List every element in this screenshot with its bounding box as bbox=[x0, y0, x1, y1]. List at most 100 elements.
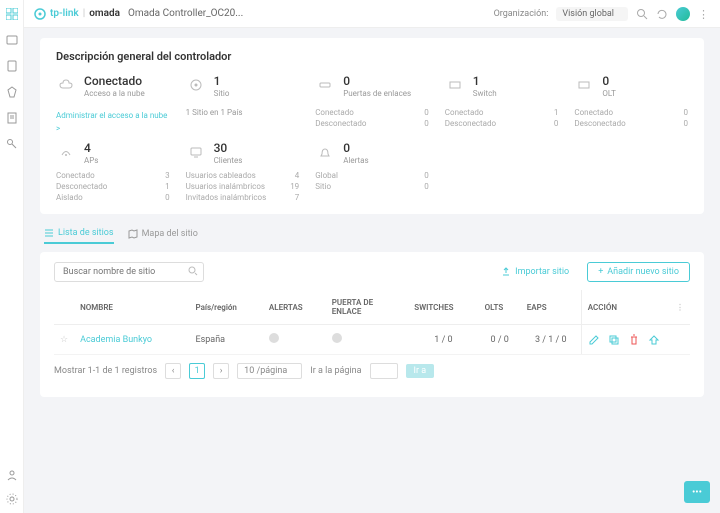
overview-card: Descripción general del controlador Cone… bbox=[40, 38, 704, 214]
sites-value: 1 bbox=[214, 75, 230, 87]
logs-icon[interactable] bbox=[6, 112, 18, 124]
goto-label: Ir a la página bbox=[310, 366, 361, 376]
upload-icon bbox=[501, 267, 511, 277]
user-icon[interactable] bbox=[6, 469, 18, 481]
ap-icon bbox=[56, 142, 76, 162]
col-name[interactable]: NOMBRE bbox=[74, 290, 189, 325]
pager-page-1[interactable]: 1 bbox=[189, 363, 205, 379]
clients-icon[interactable] bbox=[6, 86, 18, 98]
connection-status: Conectado bbox=[84, 75, 145, 87]
switch-icon bbox=[445, 75, 465, 95]
col-switches[interactable]: SWITCHES bbox=[408, 290, 478, 325]
goto-button[interactable]: Ir a bbox=[406, 364, 435, 378]
delete-icon[interactable] bbox=[628, 334, 640, 346]
avatar[interactable] bbox=[676, 7, 690, 21]
chat-button[interactable]: ••• bbox=[684, 481, 710, 503]
pager-info: Mostrar 1-1 de 1 registros bbox=[54, 366, 157, 376]
stat-clients: 30 Clientes bbox=[186, 142, 300, 165]
brand-logo: tp-link | omada bbox=[34, 8, 120, 20]
dashboard-icon[interactable] bbox=[6, 8, 18, 20]
olts-label: OLT bbox=[602, 89, 616, 98]
pager-next[interactable]: › bbox=[213, 363, 229, 379]
clients-label: Clientes bbox=[214, 156, 243, 165]
plus-icon: + bbox=[598, 267, 603, 277]
tabs: Lista de sitios Mapa del sitio bbox=[40, 224, 704, 244]
gateway-dot-icon bbox=[332, 333, 342, 343]
launch-icon[interactable] bbox=[648, 334, 660, 346]
import-site-button[interactable]: Importar sitio bbox=[491, 263, 579, 281]
tab-site-map[interactable]: Mapa del sitio bbox=[128, 224, 198, 244]
col-gateway[interactable]: PUERTA DE ENLACE bbox=[326, 290, 408, 325]
pagination: Mostrar 1-1 de 1 registros ‹ 1 › 10 /pág… bbox=[54, 355, 690, 387]
refresh-icon[interactable] bbox=[656, 8, 668, 20]
search-input[interactable] bbox=[54, 262, 204, 282]
edit-icon[interactable] bbox=[588, 334, 600, 346]
map-icon bbox=[128, 229, 138, 239]
org-selector[interactable]: Visión global bbox=[556, 7, 628, 21]
stat-sites: 1 Sitio bbox=[186, 75, 300, 98]
table-row: ☆ Academia Bunkyo España 1 / 0 0 / 0 3 /… bbox=[54, 325, 690, 355]
stat-olts: 0 OLT bbox=[574, 75, 688, 98]
col-alerts[interactable]: ALERTAS bbox=[263, 290, 326, 325]
cloud-access-link[interactable]: Administrar el acceso a la nube > bbox=[56, 111, 167, 133]
olts-value: 0 bbox=[602, 75, 616, 87]
more-icon[interactable]: ⋮ bbox=[698, 8, 710, 20]
pager-prev[interactable]: ‹ bbox=[165, 363, 181, 379]
breadcrumb: Omada Controller_OC20... bbox=[128, 8, 243, 19]
sites-note: 1 Sitio en 1 País bbox=[186, 108, 300, 117]
row-country: España bbox=[189, 325, 262, 355]
topbar: tp-link | omada Omada Controller_OC20...… bbox=[24, 0, 720, 28]
sites-icon[interactable] bbox=[6, 34, 18, 46]
switches-value: 1 bbox=[473, 75, 497, 87]
chat-icon: ••• bbox=[692, 487, 702, 498]
devices-icon[interactable] bbox=[6, 60, 18, 72]
aps-value: 4 bbox=[84, 142, 98, 154]
stat-alerts: 0 Alertas bbox=[315, 142, 429, 165]
goto-input[interactable] bbox=[370, 363, 398, 379]
alerts-label: Alertas bbox=[343, 156, 368, 165]
row-switches: 1 / 0 bbox=[408, 325, 478, 355]
settings-icon[interactable] bbox=[6, 493, 18, 505]
row-olts: 0 / 0 bbox=[479, 325, 521, 355]
sites-table: NOMBRE País/región ALERTAS PUERTA DE ENL… bbox=[54, 290, 690, 355]
col-action: ACCIÓN bbox=[581, 290, 670, 325]
olt-icon bbox=[574, 75, 594, 95]
copy-icon[interactable] bbox=[608, 334, 620, 346]
col-eaps[interactable]: EAPS bbox=[521, 290, 582, 325]
tab-site-list[interactable]: Lista de sitios bbox=[44, 224, 114, 244]
search-input-wrap bbox=[54, 262, 204, 282]
brand-tp: tp-link bbox=[50, 8, 79, 19]
key-icon[interactable] bbox=[6, 138, 18, 150]
card-title: Descripción general del controlador bbox=[56, 50, 688, 63]
gateways-value: 0 bbox=[343, 75, 411, 87]
connection-label: Acceso a la nube bbox=[84, 89, 145, 98]
col-olts[interactable]: OLTS bbox=[479, 290, 521, 325]
tplink-logo-icon bbox=[34, 8, 46, 20]
alert-dot-icon bbox=[269, 333, 279, 343]
search-input-icon[interactable] bbox=[188, 266, 198, 279]
more-columns-icon[interactable]: ⋮ bbox=[676, 303, 684, 312]
clients-value: 30 bbox=[214, 142, 243, 154]
stat-connection: Conectado Acceso a la nube bbox=[56, 75, 170, 98]
stat-aps: 4 APs bbox=[56, 142, 170, 165]
list-icon bbox=[44, 228, 54, 238]
stat-gateways: 0 Puertas de enlaces bbox=[315, 75, 429, 98]
site-name-link[interactable]: Academia Bunkyo bbox=[80, 335, 152, 345]
brand-omada: omada bbox=[89, 8, 120, 19]
switches-label: Switch bbox=[473, 89, 497, 98]
sites-label: Sitio bbox=[214, 89, 230, 98]
alerts-value: 0 bbox=[343, 142, 368, 154]
stat-switches: 1 Switch bbox=[445, 75, 559, 98]
search-icon[interactable] bbox=[636, 8, 648, 20]
row-eaps: 3 / 1 / 0 bbox=[521, 325, 582, 355]
clients-stat-icon bbox=[186, 142, 206, 162]
add-site-button[interactable]: +Añadir nuevo sitio bbox=[587, 262, 690, 282]
alert-icon bbox=[315, 142, 335, 162]
aps-label: APs bbox=[84, 156, 98, 165]
site-icon bbox=[186, 75, 206, 95]
org-label: Organización: bbox=[494, 9, 549, 19]
page-size-select[interactable]: 10 /página bbox=[237, 363, 302, 379]
gateways-label: Puertas de enlaces bbox=[343, 89, 411, 98]
col-country[interactable]: País/región bbox=[189, 290, 262, 325]
favorite-star-icon[interactable]: ☆ bbox=[60, 335, 68, 345]
